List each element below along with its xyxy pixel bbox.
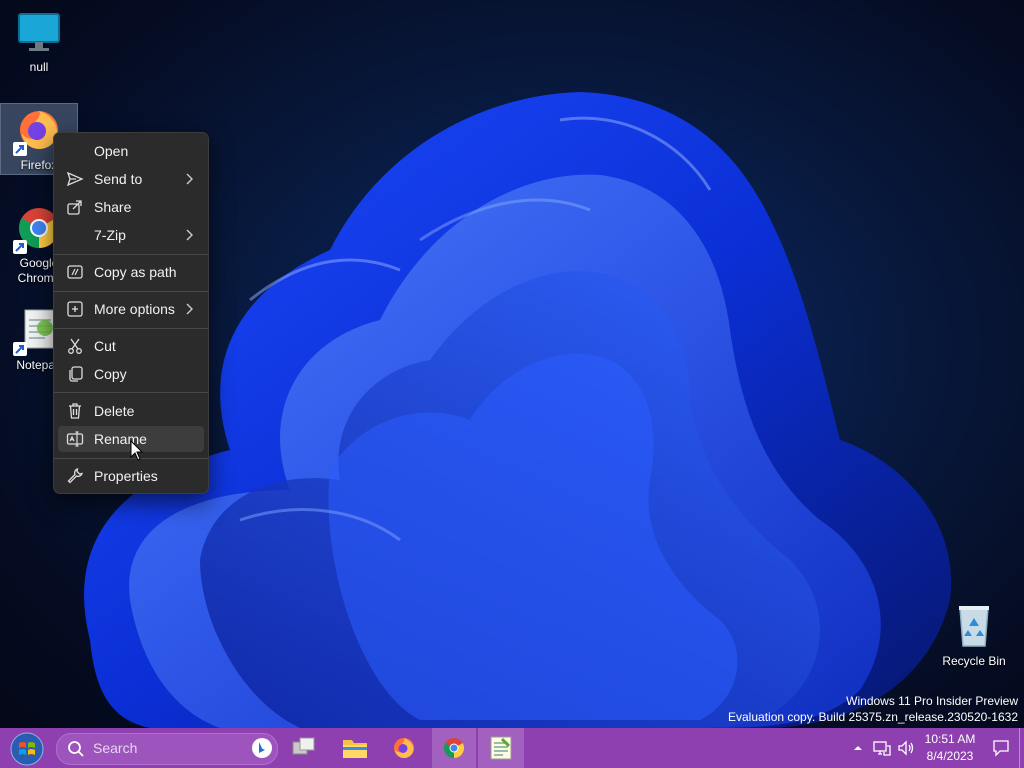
trash-icon: [66, 402, 84, 420]
file-explorer-icon: [343, 740, 367, 758]
menu-item-delete[interactable]: Delete: [58, 398, 204, 424]
menu-item-label: Copy: [94, 366, 127, 382]
menu-item-label: Cut: [94, 338, 116, 354]
chrome-icon: [444, 738, 464, 758]
menu-item-copy-as-path[interactable]: Copy as path: [58, 259, 204, 285]
menu-item-send-to[interactable]: Send to: [58, 166, 204, 192]
share-icon: [66, 198, 84, 216]
bing-icon: [252, 738, 272, 758]
menu-item-label: Delete: [94, 403, 135, 419]
copy-icon: [66, 365, 84, 383]
shortcut-arrow-icon: [13, 142, 27, 156]
taskbar: Search 10:51 AM 8/4/2023: [0, 728, 1024, 768]
menu-item-7zip[interactable]: 7-Zip: [58, 222, 204, 248]
chevron-right-icon: [182, 170, 196, 188]
taskbar-app-file-explorer[interactable]: [336, 728, 374, 768]
shortcut-arrow-icon: [13, 342, 27, 356]
menu-item-label: More options: [94, 301, 175, 317]
menu-item-label: Share: [94, 199, 132, 215]
chevron-right-icon: [182, 226, 196, 244]
start-button[interactable]: [6, 728, 48, 768]
search-placeholder: Search: [93, 740, 138, 756]
chevron-right-icon: [182, 300, 196, 318]
notifications-button[interactable]: [988, 728, 1014, 768]
volume-button[interactable]: [895, 728, 917, 768]
monitor-icon: [15, 8, 63, 56]
chevron-up-icon: [854, 746, 862, 750]
speaker-icon: [898, 740, 914, 756]
show-hidden-icons-button[interactable]: [850, 728, 866, 768]
evaluation-watermark: Windows 11 Pro Insider Preview Evaluatio…: [728, 693, 1018, 725]
menu-separator: [54, 328, 208, 329]
menu-item-label: Send to: [94, 171, 143, 187]
taskbar-clock[interactable]: 10:51 AM 8/4/2023: [916, 731, 984, 765]
menu-item-cut[interactable]: Cut: [58, 333, 204, 359]
search-icon: [68, 741, 84, 757]
watermark-line: Evaluation copy. Build 25375.zn_release.…: [728, 710, 1018, 724]
notepad-icon: [490, 736, 512, 760]
windows-start-icon: [10, 732, 44, 766]
menu-item-properties[interactable]: Properties: [58, 463, 204, 489]
send-icon: [66, 170, 84, 188]
rename-icon: [66, 430, 84, 448]
task-view-icon: [292, 737, 315, 755]
menu-item-label: Copy as path: [94, 264, 177, 280]
taskbar-app-notepad[interactable]: [478, 728, 524, 768]
menu-item-more-options[interactable]: More options: [58, 296, 204, 322]
menu-separator: [54, 254, 208, 255]
menu-item-open[interactable]: Open: [58, 138, 204, 164]
taskbar-app-firefox[interactable]: [384, 728, 424, 768]
desktop-icon-null[interactable]: null: [1, 8, 77, 76]
taskbar-app-chrome[interactable]: [432, 728, 476, 768]
wrench-icon: [66, 467, 84, 485]
scissors-icon: [66, 337, 84, 355]
watermark-line: Windows 11 Pro Insider Preview: [846, 694, 1018, 708]
shortcut-arrow-icon: [13, 240, 27, 254]
menu-separator: [54, 291, 208, 292]
more-options-icon: [66, 300, 84, 318]
network-icon: [873, 741, 891, 756]
show-desktop-button[interactable]: [1019, 728, 1024, 768]
taskbar-search-box[interactable]: Search: [56, 733, 278, 765]
notification-icon: [993, 740, 1009, 757]
menu-item-label: Open: [94, 143, 129, 159]
menu-item-copy[interactable]: Copy: [58, 361, 204, 387]
desktop-icon-recycle-bin[interactable]: Recycle Bin: [936, 602, 1012, 670]
menu-item-share[interactable]: Share: [58, 194, 204, 220]
menu-item-label: 7-Zip: [94, 227, 126, 243]
desktop-icon-label: null: [29, 60, 49, 74]
desktop-icon-label: Recycle Bin: [942, 654, 1006, 668]
network-button[interactable]: [870, 728, 892, 768]
menu-item-label: Properties: [94, 468, 158, 484]
copy-path-icon: [66, 263, 84, 281]
task-view-button[interactable]: [286, 728, 322, 768]
mouse-cursor-icon: [130, 440, 144, 461]
menu-separator: [54, 392, 208, 393]
firefox-icon: [394, 738, 414, 758]
clock-time: 10:51 AM: [924, 732, 976, 746]
recycle-bin-icon: [950, 602, 998, 650]
clock-date: 8/4/2023: [926, 749, 974, 763]
